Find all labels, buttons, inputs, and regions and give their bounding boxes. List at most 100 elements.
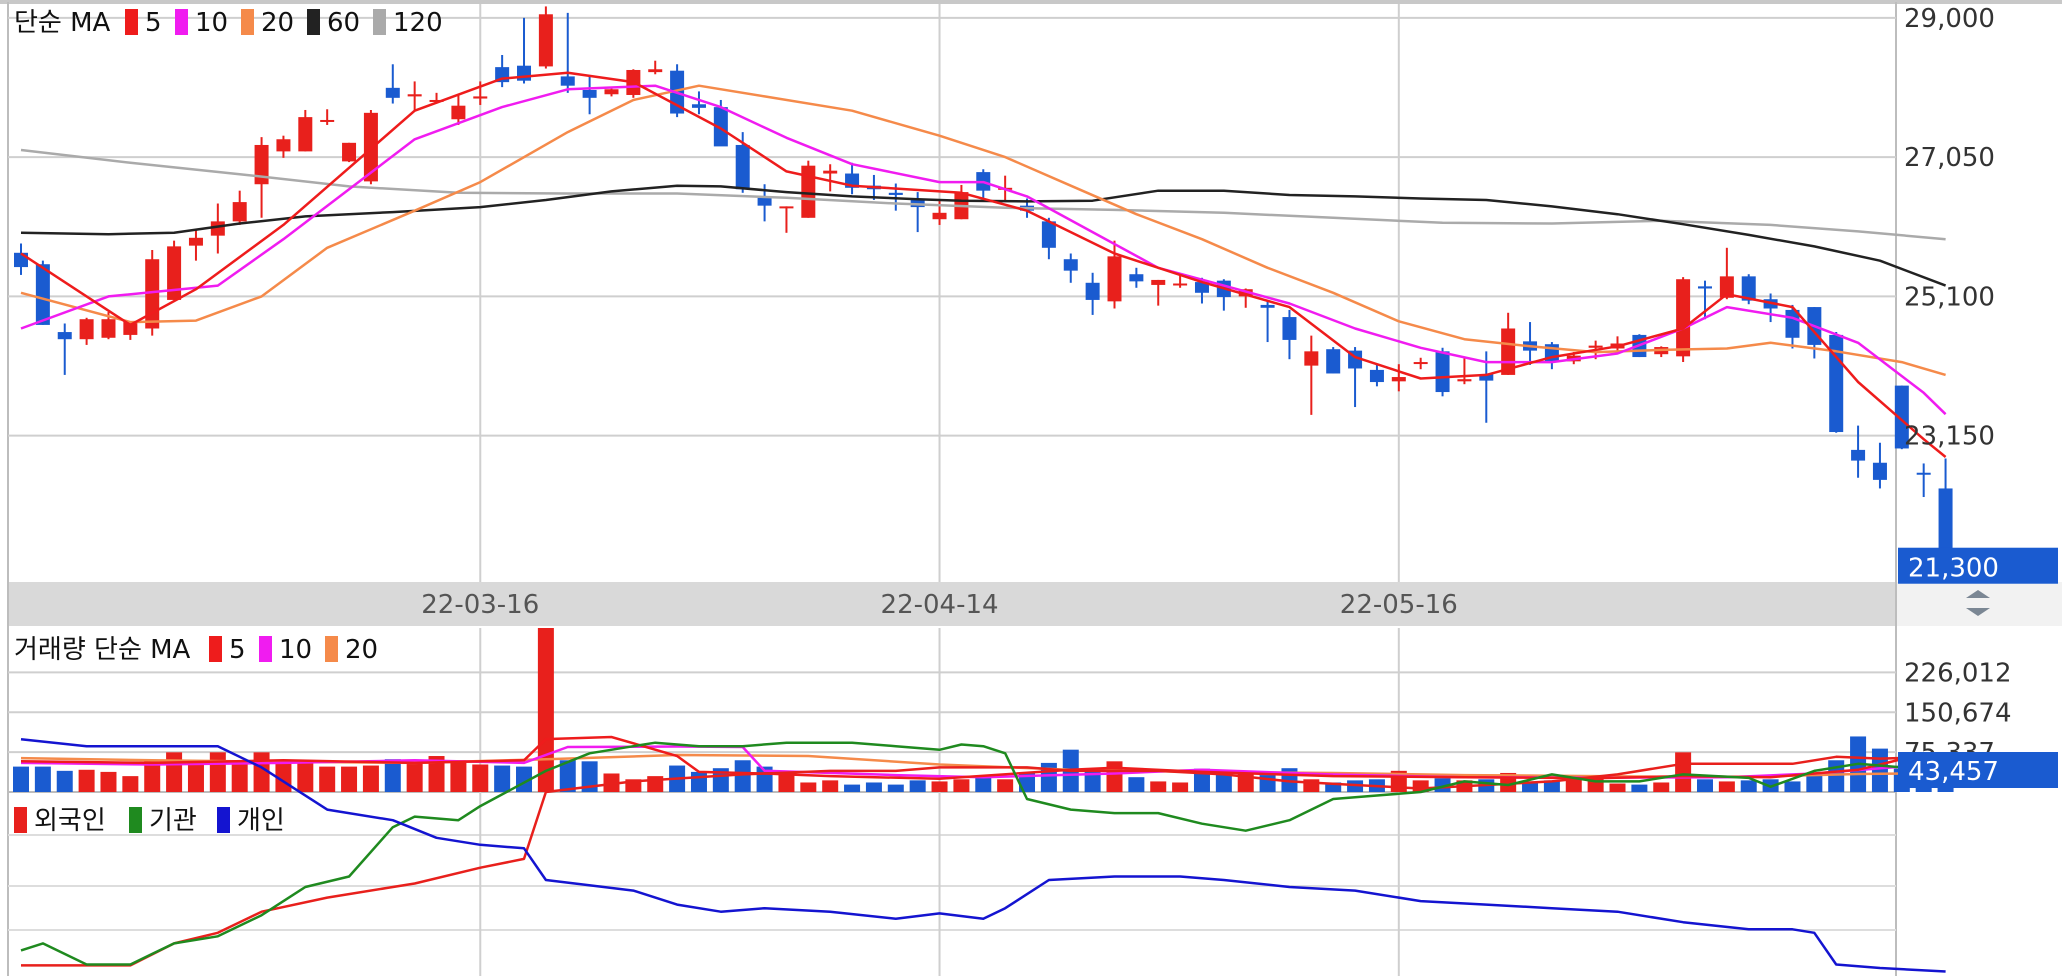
candle-body	[1697, 286, 1712, 289]
volume-bar[interactable]	[931, 781, 948, 792]
volume-bar[interactable]	[231, 761, 248, 792]
volume-bar[interactable]	[997, 779, 1014, 792]
candle-body	[57, 332, 72, 340]
volume-tick-label: 226,012	[1904, 658, 2012, 688]
investor-legend-label: 외국인	[34, 806, 106, 836]
volume-bar[interactable]	[800, 782, 817, 792]
price-ma-legend-swatch	[125, 9, 138, 35]
candle-body	[1369, 369, 1384, 383]
candle[interactable]	[801, 160, 816, 218]
candle-body	[517, 65, 532, 81]
volume-bar[interactable]	[1631, 784, 1648, 792]
volume-bar[interactable]	[1784, 781, 1801, 792]
candle-body	[604, 89, 619, 95]
price-ma-legend-swatch	[241, 9, 254, 35]
volume-ma-legend-label: 20	[345, 635, 378, 665]
volume-bar[interactable]	[1653, 782, 1670, 792]
price-ma-legend-label: 20	[261, 8, 294, 38]
candle-body	[1173, 283, 1188, 286]
volume-bar[interactable]	[362, 765, 379, 792]
candle-body	[298, 117, 313, 152]
candle-body	[188, 237, 203, 246]
candle-body	[1676, 279, 1691, 357]
panel-resize-area[interactable]	[1896, 582, 2062, 626]
price-ma-legend-label: 5	[145, 8, 162, 38]
volume-bar[interactable]	[953, 779, 970, 792]
candle-body	[1260, 304, 1275, 308]
investor-legend-swatch	[129, 807, 142, 833]
volume-bar[interactable]	[1040, 762, 1057, 792]
candle[interactable]	[1435, 347, 1450, 397]
candle-body	[232, 202, 247, 222]
candle-body	[1588, 345, 1603, 348]
stock-chart-screen: 29,00027,05025,10023,150226,012150,67475…	[0, 0, 2062, 976]
volume-bar[interactable]	[1675, 752, 1692, 792]
volume-bar[interactable]	[122, 776, 139, 792]
volume-bar[interactable]	[1172, 782, 1189, 792]
volume-bar[interactable]	[1609, 783, 1626, 792]
candle-body	[1872, 462, 1887, 480]
volume-bar[interactable]	[78, 769, 95, 792]
volume-tick-label: 150,674	[1904, 698, 2012, 728]
candle-body	[451, 105, 466, 120]
volume-bar[interactable]	[341, 766, 358, 792]
volume-bar[interactable]	[406, 762, 423, 792]
candle-body	[1085, 282, 1100, 300]
volume-bar[interactable]	[384, 759, 401, 792]
volume-bar[interactable]	[34, 766, 51, 792]
candle-body	[1851, 449, 1866, 461]
volume-bar[interactable]	[209, 752, 226, 792]
candle-body	[407, 94, 422, 97]
volume-bar[interactable]	[1740, 780, 1757, 792]
volume-bar[interactable]	[297, 762, 314, 792]
investor-legend-label: 개인	[237, 806, 285, 836]
volume-bar[interactable]	[319, 766, 336, 792]
volume-bar[interactable]	[690, 771, 707, 792]
volume-bar[interactable]	[1806, 775, 1823, 792]
candle-body	[648, 69, 663, 73]
last-price-badge: 21,300	[1898, 547, 2058, 584]
volume-bar[interactable]	[734, 760, 751, 792]
candle-body	[1457, 379, 1472, 382]
volume-bar[interactable]	[1828, 760, 1845, 792]
volume-bar[interactable]	[166, 752, 183, 792]
candle-body	[1413, 362, 1428, 365]
candle-body	[1435, 351, 1450, 393]
volume-bar[interactable]	[450, 760, 467, 792]
candle[interactable]	[1829, 332, 1844, 433]
price-tick-label: 27,050	[1904, 143, 1995, 173]
volume-bar[interactable]	[1565, 779, 1582, 792]
candle-body	[1063, 259, 1078, 271]
candle[interactable]	[538, 6, 553, 69]
volume-bar[interactable]	[909, 780, 926, 792]
volume-bar[interactable]	[187, 762, 204, 792]
volume-bar[interactable]	[975, 776, 992, 792]
date-tick-label: 22-05-16	[1340, 590, 1458, 620]
volume-bar[interactable]	[1150, 781, 1167, 792]
investor-legend[interactable]: 외국인 기관 개인	[14, 806, 285, 836]
volume-bar[interactable]	[1128, 777, 1145, 792]
volume-bar[interactable]	[13, 766, 29, 792]
volume-bar[interactable]	[472, 764, 489, 792]
candle-body	[779, 206, 794, 209]
volume-bar[interactable]	[56, 770, 73, 792]
volume-bar[interactable]	[1696, 779, 1713, 792]
last-price-label: 21,300	[1908, 554, 1999, 584]
candle-body	[1282, 317, 1297, 340]
candle[interactable]	[1326, 347, 1341, 374]
volume-bar[interactable]	[844, 784, 861, 792]
volume-bar[interactable]	[1106, 761, 1123, 792]
volume-bar[interactable]	[887, 784, 904, 792]
candle[interactable]	[342, 142, 357, 163]
volume-bar[interactable]	[1871, 748, 1888, 792]
volume-bar[interactable]	[822, 780, 839, 792]
volume-bar[interactable]	[865, 782, 882, 792]
volume-bar[interactable]	[1718, 781, 1735, 792]
chart-canvas: 29,00027,05025,10023,150226,012150,67475…	[0, 0, 2062, 976]
candle-body	[560, 76, 575, 86]
volume-bar[interactable]	[100, 771, 117, 792]
candle-body	[538, 14, 553, 67]
candle-body	[932, 212, 947, 220]
candle-body	[167, 246, 182, 300]
volume-bar[interactable]	[494, 765, 511, 792]
